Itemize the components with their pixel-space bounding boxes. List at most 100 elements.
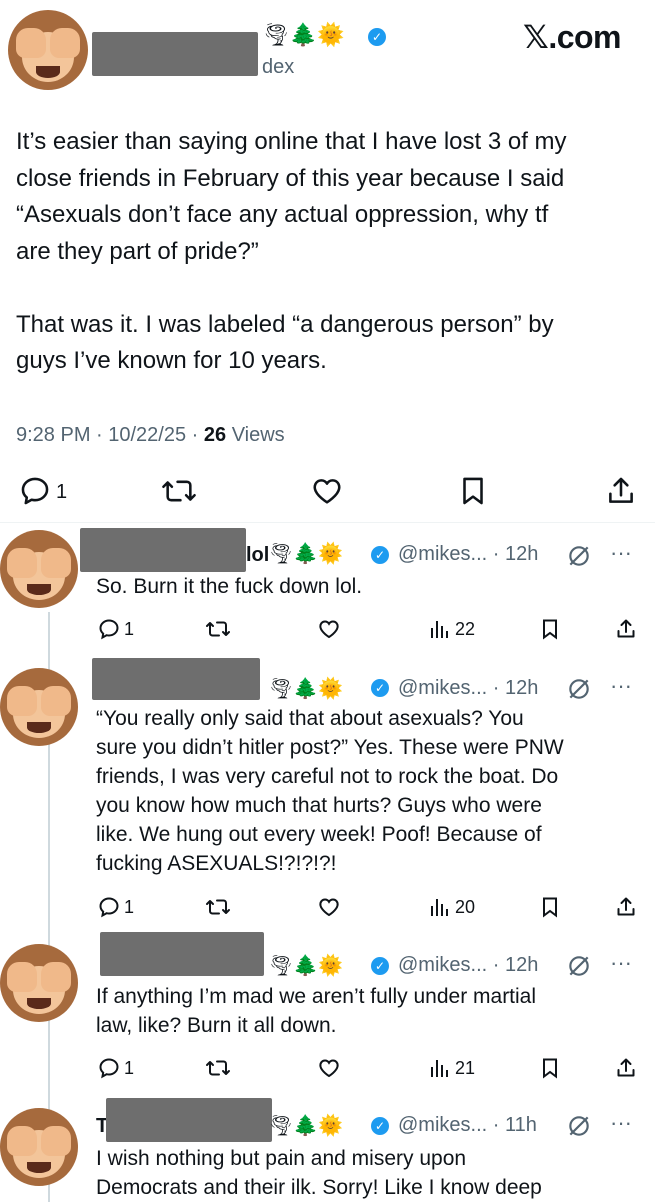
body-line: law, like? Burn it all down. [96,1014,337,1037]
name-emojis: 🌪🌲🌞 [268,541,344,565]
body-line: I wish nothing but pain and misery upon [96,1147,467,1170]
views-count: 21 [455,1058,476,1078]
views-icon [431,621,448,638]
bookmark-button[interactable] [456,474,490,508]
grok-icon[interactable] [566,953,592,979]
name-emojis: 🌪🌲🌞 [262,23,345,48]
share-button[interactable] [614,1056,638,1080]
reply-count: 1 [124,897,135,917]
reply-handle: @mikes... · 12h [398,677,539,699]
repost-button[interactable] [205,895,231,919]
redacted-display-name [92,658,260,700]
bookmark-button[interactable] [538,617,562,641]
bookmark-icon [463,477,483,505]
reply-body: If anything I’m mad we aren’t fully unde… [96,982,646,1040]
body-line: like. We hung out every week! Poof! Beca… [96,823,542,846]
views-count: 22 [455,619,476,639]
views-icon [431,899,448,916]
reply-icon [99,897,119,918]
avatar[interactable] [0,944,78,1022]
more-options-icon[interactable]: ··· [610,950,632,976]
share-button[interactable] [614,895,638,919]
share-icon [617,897,635,916]
body-line: It’s easier than saying online that I ha… [16,128,567,155]
bookmark-button[interactable] [538,1056,562,1080]
reply-button[interactable]: 1 [18,474,78,508]
heart-icon [319,898,339,917]
views-button[interactable] [428,895,452,919]
share-icon [617,619,635,638]
reply-button[interactable] [97,617,121,641]
reply-body: “You really only said that about asexual… [96,704,646,878]
body-line: “You really only said that about asexual… [96,707,524,730]
reply-handle: @mikes... · 12h [398,543,539,565]
redacted-display-name [100,932,264,976]
share-button[interactable] [604,474,638,508]
repost-button[interactable] [205,1056,231,1080]
bookmark-icon [543,619,557,640]
reply-handle: @mikes... · 11h [398,1114,537,1136]
reply-body: I wish nothing but pain and misery upon … [96,1144,646,1202]
views-icon [431,1060,448,1077]
reply-count: 1 [124,1058,135,1078]
body-line: “Asexuals don’t face any actual oppressi… [16,201,549,228]
name-emojis: 🌪🌲🌞 [268,676,344,700]
repost-icon [206,621,230,637]
share-button[interactable] [614,617,638,641]
redacted-display-name [80,528,246,572]
reply-count: 1 [124,619,135,639]
like-button[interactable] [317,895,341,919]
grok-icon[interactable] [566,1113,592,1139]
like-button[interactable] [317,617,341,641]
grok-icon[interactable] [566,676,592,702]
avatar[interactable] [8,10,88,90]
like-button[interactable] [310,474,344,508]
reply-button[interactable] [97,1056,121,1080]
body-line: sure you didn’t hitler post?” Yes. These… [96,736,564,759]
handle-partial: dex [262,56,295,78]
bookmark-icon [543,897,557,918]
more-options-icon[interactable]: ··· [610,673,632,699]
repost-icon [206,1060,230,1076]
views-count: 26 [203,424,227,446]
heart-icon [319,1059,339,1078]
reply-button[interactable] [97,895,121,919]
views-button[interactable] [428,617,452,641]
timestamp[interactable]: 9:28 PM · 10/22/25 · [16,424,204,446]
heart-icon [313,479,341,504]
views-count: 20 [455,897,476,917]
divider [0,522,655,523]
repost-button[interactable] [160,474,198,508]
redacted-display-name [92,32,258,76]
body-line: friends, I was very careful not to rock … [96,765,559,788]
body-line: So. Burn it the fuck down lol. [96,575,363,598]
verified-badge-icon: ✓ [368,28,386,46]
body-line: That was it. I was labeled “a dangerous … [16,310,554,338]
more-options-icon[interactable]: ··· [610,1110,632,1136]
reply-icon [99,619,119,640]
bookmark-icon [543,1058,557,1079]
body-line: you know how much that hurts? Guys who w… [96,794,542,817]
verified-badge-icon: ✓ [371,546,389,564]
avatar[interactable] [0,530,78,608]
views-button[interactable] [428,1056,452,1080]
bookmark-button[interactable] [538,895,562,919]
name-emojis: 🌪🌲🌞 [268,953,344,977]
avatar[interactable] [0,668,78,746]
repost-button[interactable] [205,617,231,641]
grok-icon[interactable] [566,543,592,569]
views-label: Views [226,424,285,446]
name-partial: lol [246,544,270,566]
like-button[interactable] [317,1056,341,1080]
body-line: guys I’ve known for 10 years. [16,347,327,374]
avatar[interactable] [0,1108,78,1186]
body-line: are they part of pride?” [16,237,259,265]
brand-logo: 𝕏.com [523,19,621,55]
body-line: If anything I’m mad we aren’t fully unde… [96,985,537,1008]
share-icon [609,477,633,503]
repost-icon [206,899,230,915]
body-line: fucking ASEXUALS!?!?!?! [96,852,337,875]
share-icon [617,1058,635,1077]
reply-icon [99,1058,119,1079]
more-options-icon[interactable]: ··· [610,540,632,566]
